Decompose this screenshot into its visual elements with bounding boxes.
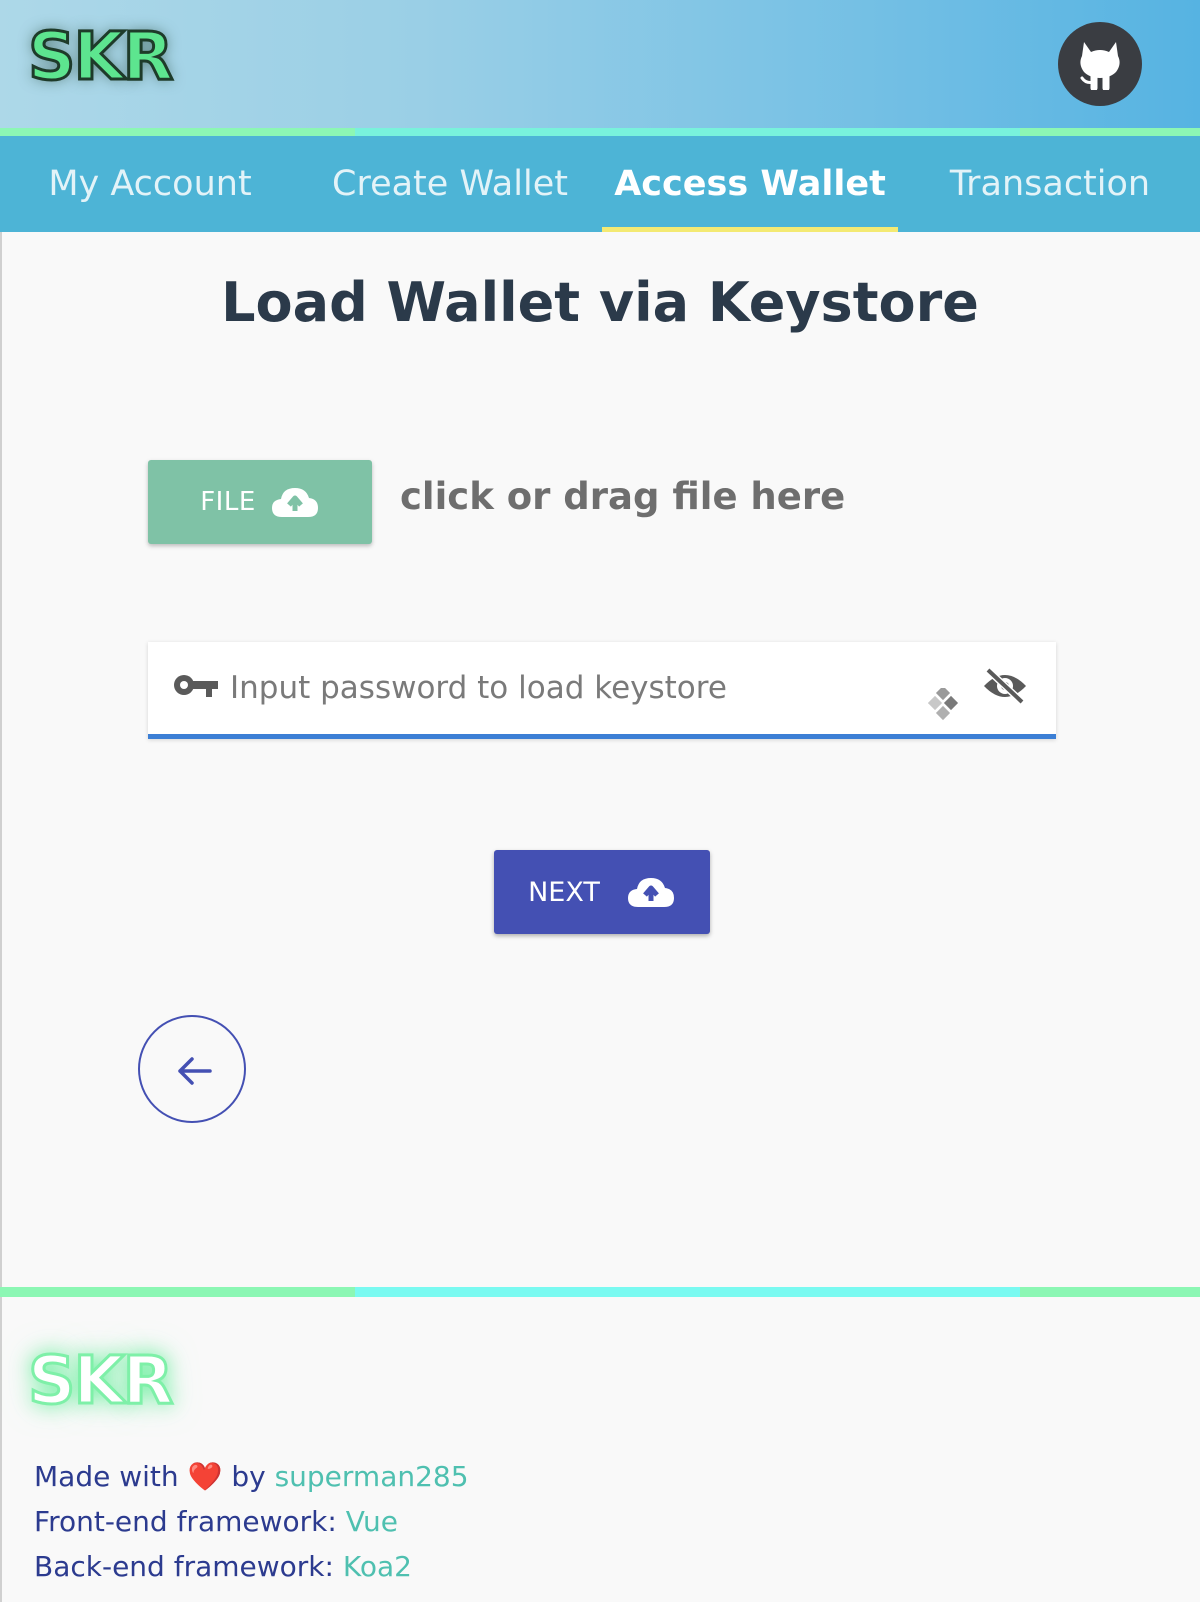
header-color-stripe	[0, 128, 1200, 136]
vue-link[interactable]: Vue	[346, 1505, 398, 1538]
cloud-upload-icon	[627, 878, 674, 907]
heart-icon: ❤️	[187, 1460, 223, 1493]
back-button[interactable]	[138, 1015, 246, 1123]
next-button[interactable]: NEXT	[494, 850, 710, 934]
github-octocat-icon	[1080, 42, 1120, 90]
key-icon	[174, 675, 218, 697]
made-with-line: Made with ❤️ by superman285	[34, 1454, 469, 1499]
file-button-label: FILE	[200, 487, 256, 517]
koa2-link[interactable]: Koa2	[343, 1550, 412, 1583]
author-link[interactable]: superman285	[275, 1460, 469, 1493]
github-button[interactable]	[1058, 22, 1142, 106]
arrow-left-icon	[178, 1057, 212, 1085]
footer-credits: Made with ❤️ by superman285 Front-end fr…	[34, 1454, 469, 1589]
password-field[interactable]	[148, 642, 1056, 739]
footer-color-stripe	[0, 1287, 1200, 1297]
password-manager-icon[interactable]	[928, 688, 962, 722]
tab-my-account[interactable]: My Account	[0, 136, 300, 232]
frontend-label: Front-end framework:	[34, 1505, 337, 1538]
nav-tabs: My Account Create Wallet Access Wallet T…	[0, 136, 1200, 232]
file-upload-button[interactable]: FILE	[148, 460, 372, 544]
password-input[interactable]	[228, 662, 852, 714]
page-title: Load Wallet via Keystore	[221, 271, 979, 334]
app-header: SKR	[0, 0, 1200, 128]
footer-skr-logo: SKR	[27, 1342, 175, 1419]
eye-off-icon[interactable]	[982, 666, 1028, 706]
skr-logo[interactable]: SKR	[27, 20, 175, 93]
frontend-line: Front-end framework: Vue	[34, 1499, 469, 1544]
tab-create-wallet[interactable]: Create Wallet	[300, 136, 600, 232]
backend-line: Back-end framework: Koa2	[34, 1544, 469, 1589]
by-text: by	[231, 1460, 266, 1493]
drag-file-hint[interactable]: click or drag file here	[400, 472, 845, 522]
backend-label: Back-end framework:	[34, 1550, 334, 1583]
made-with-text: Made with	[34, 1460, 179, 1493]
window-edge	[0, 0, 2, 1602]
tab-transaction[interactable]: Transaction	[900, 136, 1200, 232]
cloud-upload-icon	[271, 488, 318, 517]
tab-access-wallet[interactable]: Access Wallet	[600, 136, 900, 232]
next-button-label: NEXT	[528, 876, 600, 908]
